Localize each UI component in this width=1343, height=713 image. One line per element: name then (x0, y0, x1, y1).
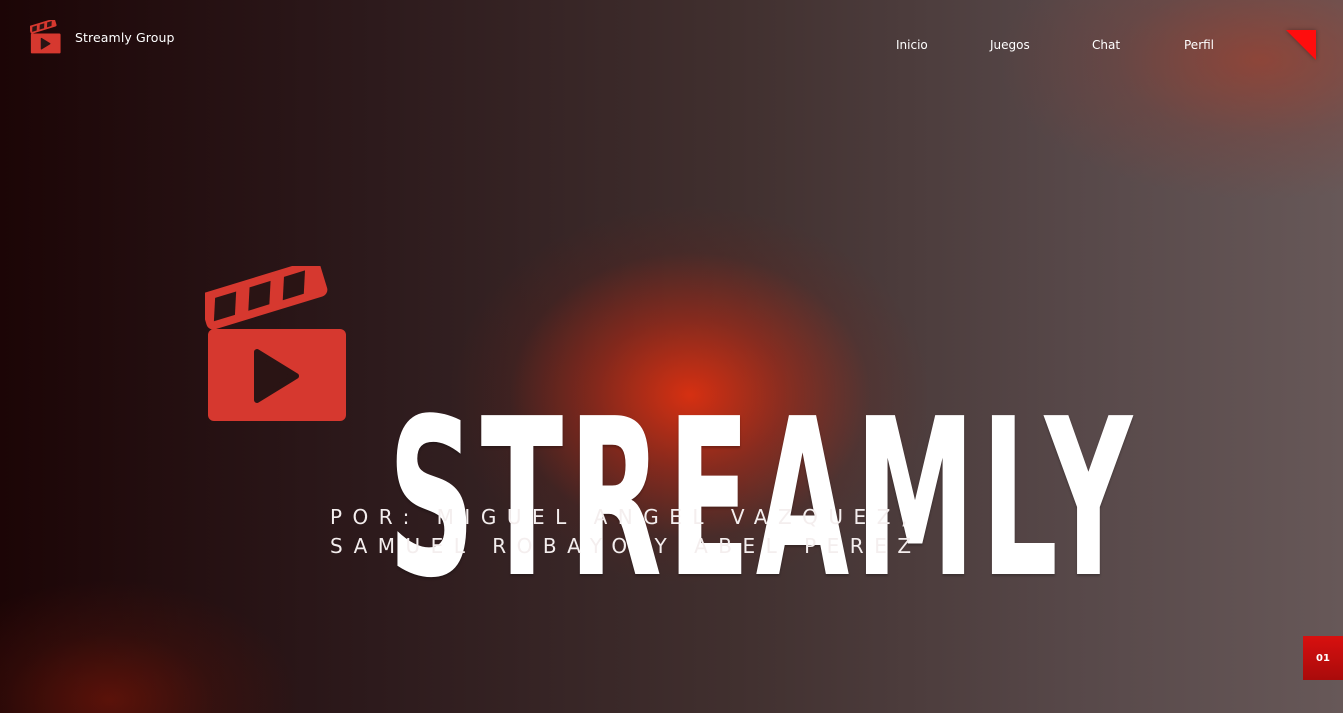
hero-title: STREAMLY (388, 373, 1138, 627)
nav-item-chat[interactable]: Chat (1092, 38, 1120, 52)
clapperboard-play-icon (205, 266, 346, 421)
main-nav: Inicio Juegos Chat Perfil (0, 38, 1343, 54)
nav-item-perfil[interactable]: Perfil (1184, 38, 1214, 52)
page-number-badge[interactable]: 01 (1303, 636, 1343, 680)
authors-line-1: POR: MIGUEL ANGEL VAZQUEZ, (330, 505, 918, 529)
corner-menu-triangle-icon[interactable] (1286, 30, 1316, 60)
nav-item-inicio[interactable]: Inicio (896, 38, 928, 52)
nav-item-juegos[interactable]: Juegos (990, 38, 1030, 52)
authors-line-2: SAMUEL ROBAYO Y ABEL PEREZ (330, 534, 922, 558)
authors-credit: POR: MIGUEL ANGEL VAZQUEZ, SAMUEL ROBAYO… (330, 503, 1050, 561)
